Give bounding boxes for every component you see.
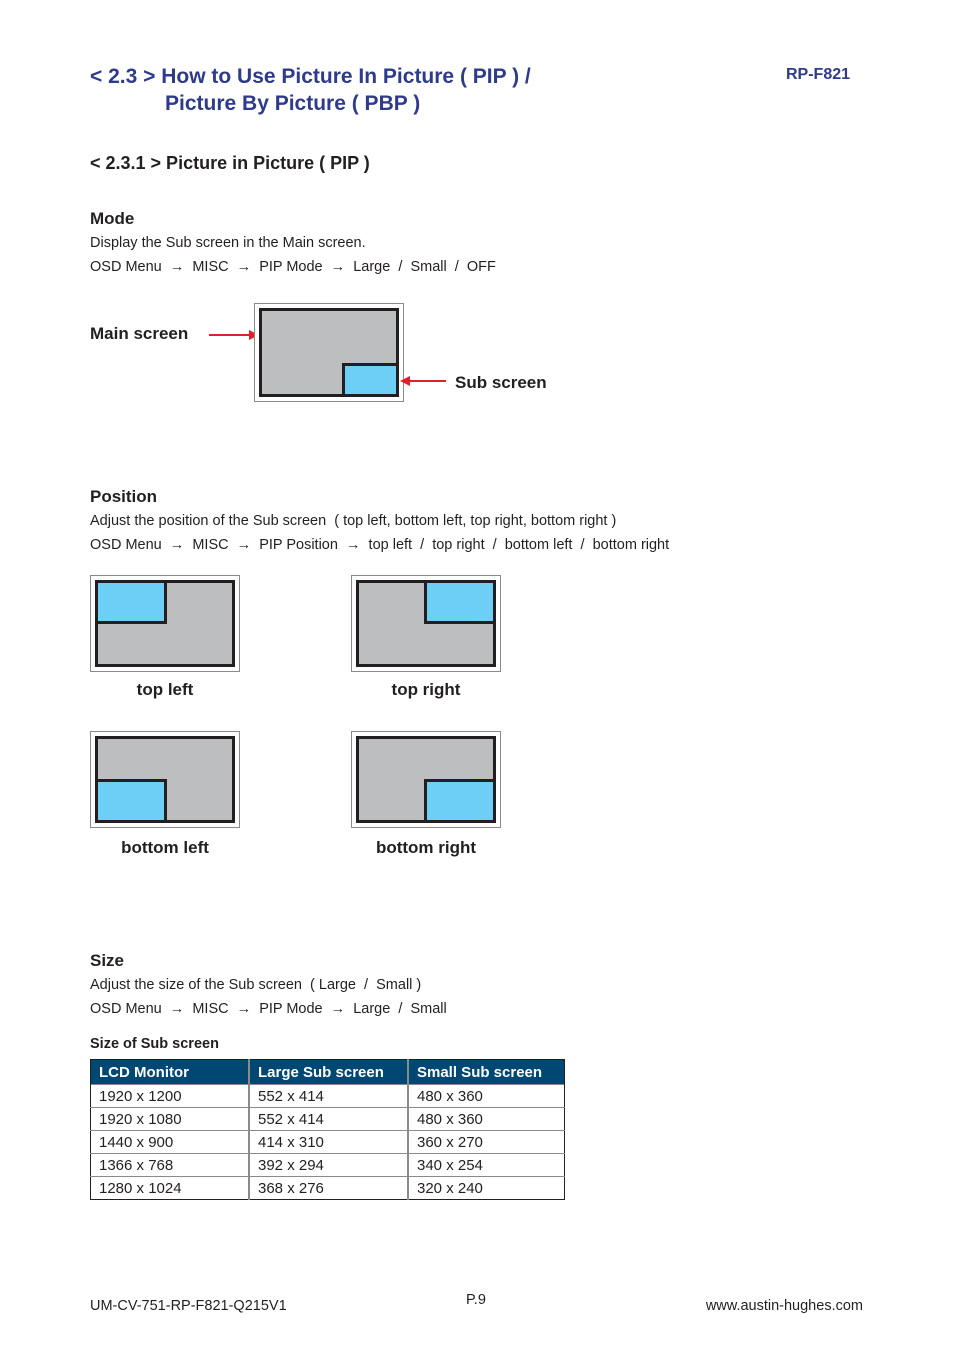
table-cell: 340 x 254 [407, 1153, 565, 1177]
position-description: Adjust the position of the Sub screen ( … [90, 513, 617, 529]
table-cell: 1440 x 900 [90, 1130, 250, 1154]
model-number: RP-F821 [786, 66, 851, 83]
table-header-row: LCD Monitor Large Sub screen Small Sub s… [90, 1059, 565, 1085]
table-cell: 1280 x 1024 [90, 1176, 250, 1200]
sub-screen-size-table: LCD Monitor Large Sub screen Small Sub s… [90, 1059, 565, 1200]
mode-osd-path: OSD Menu → MISC → PIP Mode → Large / Sma… [90, 259, 496, 275]
sub-screen-box [95, 779, 167, 823]
table-cell: 1920 x 1200 [90, 1084, 250, 1108]
table-cell: 414 x 310 [248, 1130, 409, 1154]
pip-bottom-right-diagram [351, 731, 501, 828]
main-screen-box [95, 736, 235, 823]
footer-doc-code: UM-CV-751-RP-F821-Q215V1 [90, 1298, 287, 1314]
table-cell: 552 x 414 [248, 1084, 409, 1108]
main-screen-box [356, 736, 496, 823]
sub-screen-box [424, 580, 496, 624]
table-header-cell: Large Sub screen [248, 1059, 408, 1085]
table-row: 1920 x 1080 552 x 414 480 x 360 [90, 1107, 565, 1131]
table-cell: 1366 x 768 [90, 1153, 250, 1177]
table-row: 1440 x 900 414 x 310 360 x 270 [90, 1130, 565, 1154]
table-cell: 480 x 360 [407, 1107, 565, 1131]
table-cell: 552 x 414 [248, 1107, 409, 1131]
pip-bottom-left-diagram [90, 731, 240, 828]
table-row: 1280 x 1024 368 x 276 320 x 240 [90, 1176, 565, 1200]
sub-screen-arrow [408, 380, 446, 382]
pip-mode-diagram [254, 303, 404, 402]
table-cell: 368 x 276 [248, 1176, 409, 1200]
mode-heading: Mode [90, 209, 135, 228]
footer-website: www.austin-hughes.com [705, 1298, 863, 1314]
main-screen-box [259, 308, 399, 397]
size-table-title: Size of Sub screen [90, 1036, 219, 1052]
table-row: 1920 x 1200 552 x 414 480 x 360 [90, 1084, 565, 1108]
position-label-bottom-right: bottom right [375, 838, 477, 857]
pip-top-right-diagram [351, 575, 501, 672]
size-description: Adjust the size of the Sub screen ( Larg… [90, 977, 422, 993]
section-heading: < 2.3.1 > Picture in Picture ( PIP ) [90, 153, 370, 173]
table-row: 1366 x 768 392 x 294 340 x 254 [90, 1153, 565, 1177]
position-label-bottom-left: bottom left [121, 838, 209, 857]
table-cell: 392 x 294 [248, 1153, 409, 1177]
table-header-cell: LCD Monitor [90, 1059, 249, 1085]
size-osd-path: OSD Menu → MISC → PIP Mode → Large / Sma… [90, 1001, 447, 1017]
sub-screen-label: Sub screen [455, 373, 547, 392]
table-cell: 360 x 270 [407, 1130, 565, 1154]
table-cell: 480 x 360 [407, 1084, 565, 1108]
main-screen-arrow [209, 334, 251, 336]
table-cell: 1920 x 1080 [90, 1107, 250, 1131]
mode-description: Display the Sub screen in the Main scree… [90, 235, 366, 251]
page-title-line1: < 2.3 > How to Use Picture In Picture ( … [90, 65, 531, 88]
main-screen-label: Main screen [90, 324, 189, 343]
page-title-line2: Picture By Picture ( PBP ) [165, 92, 421, 115]
footer-page-number: P.9 [466, 1292, 486, 1308]
size-heading: Size [90, 951, 125, 970]
position-label-top-right: top right [391, 680, 461, 699]
position-osd-path: OSD Menu → MISC → PIP Position → top lef… [90, 537, 670, 553]
table-cell: 320 x 240 [407, 1176, 565, 1200]
pip-top-left-diagram [90, 575, 240, 672]
sub-screen-box [342, 363, 399, 397]
table-header-cell: Small Sub screen [407, 1059, 565, 1085]
main-screen-box [356, 580, 496, 667]
main-screen-box [95, 580, 235, 667]
sub-screen-box [424, 779, 496, 823]
position-label-top-left: top left [136, 680, 194, 699]
position-heading: Position [90, 487, 158, 506]
sub-screen-box [95, 580, 167, 624]
